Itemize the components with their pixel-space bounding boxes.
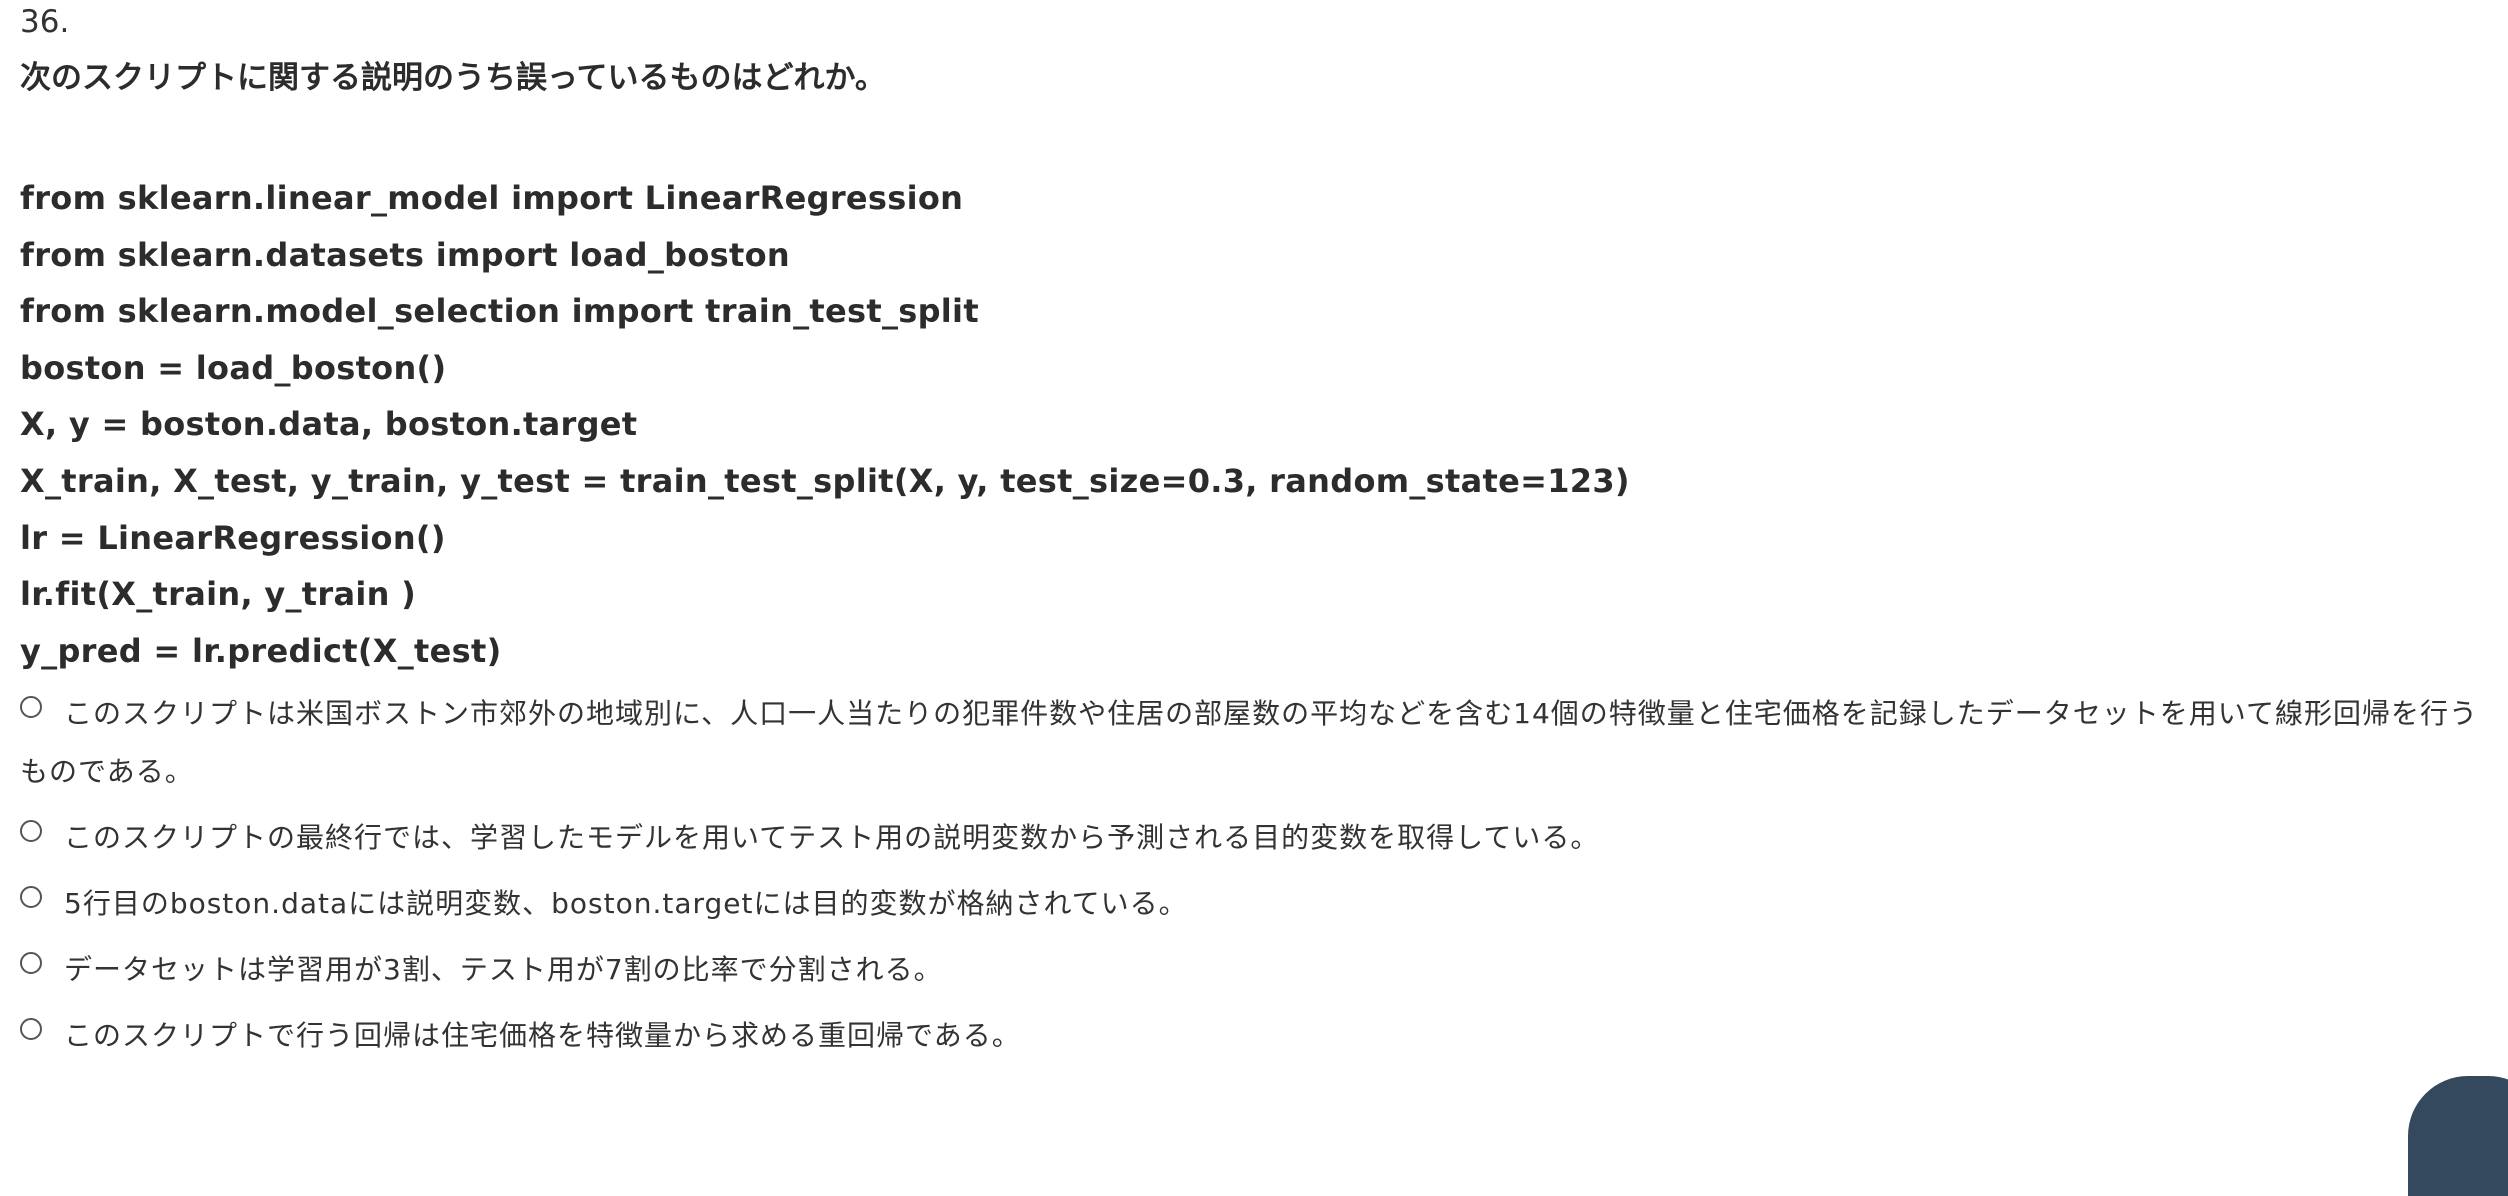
code-line: X, y = boston.data, boston.target (20, 405, 638, 444)
radio-button[interactable] (20, 886, 42, 909)
code-line: from sklearn.linear_model import LinearR… (20, 179, 964, 217)
code-line: lr.fit(X_train, y_train ) (20, 575, 417, 614)
choice-label: 5行目のboston.dataには説明変数、boston.targetには目的変… (64, 887, 1188, 921)
choice-label: このスクリプトで行う回帰は住宅価格を特徴量から求める重回帰である。 (64, 1019, 1021, 1053)
choice-label: このスクリプトは米国ボストン市郊外の地域別に、人口一人当たりの犯罪件数や住居の部… (20, 697, 2478, 789)
code-block: from sklearn.linear_model import LinearR… (20, 170, 2490, 679)
code-line: y_pred = lr.predict(X_test) (20, 631, 502, 670)
radio-button[interactable] (20, 1018, 42, 1041)
choice-5[interactable]: このスクリプトで行う回帰は住宅価格を特徴量から求める重回帰である。 (20, 1007, 2490, 1065)
choice-3[interactable]: 5行目のboston.dataには説明変数、boston.targetには目的変… (20, 875, 2490, 933)
question-container: 36. 次のスクリプトに関する説明のうち誤っているものはどれか。 from sk… (20, 0, 2490, 1065)
choice-label: このスクリプトの最終行では、学習したモデルを用いてテスト用の説明変数から予測され… (64, 821, 1600, 855)
radio-button[interactable] (20, 820, 42, 843)
answer-choices: このスクリプトは米国ボストン市郊外の地域別に、人口一人当たりの犯罪件数や住居の部… (20, 685, 2490, 1065)
floating-action-button[interactable] (2408, 1076, 2508, 1196)
code-line: boston = load_boston() (20, 348, 447, 387)
radio-button[interactable] (20, 952, 42, 975)
code-line: X_train, X_test, y_train, y_test = train… (20, 461, 1630, 500)
choice-label: データセットは学習用が3割、テスト用が7割の比率で分割される。 (64, 953, 943, 987)
question-number: 36. (20, 4, 70, 40)
choice-4[interactable]: データセットは学習用が3割、テスト用が7割の比率で分割される。 (20, 941, 2490, 999)
code-line: from sklearn.datasets import load_boston (20, 235, 790, 274)
question-text: 次のスクリプトに関する説明のうち誤っているものはどれか。 (20, 60, 886, 96)
choice-1[interactable]: このスクリプトは米国ボストン市郊外の地域別に、人口一人当たりの犯罪件数や住居の部… (20, 685, 2490, 801)
code-line: from sklearn.model_selection import trai… (20, 292, 979, 331)
choice-2[interactable]: このスクリプトの最終行では、学習したモデルを用いてテスト用の説明変数から予測され… (20, 809, 2490, 867)
code-line: lr = LinearRegression() (20, 518, 446, 557)
